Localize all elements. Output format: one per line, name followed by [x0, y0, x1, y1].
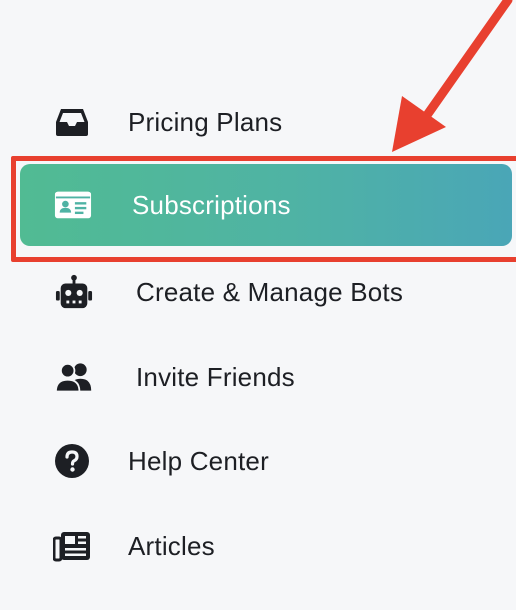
sidebar-item-help-center[interactable]: Help Center	[0, 431, 516, 491]
sidebar-item-invite-friends[interactable]: Invite Friends	[0, 347, 516, 407]
inbox-tray-icon	[53, 103, 91, 141]
newspaper-icon	[53, 527, 91, 565]
users-icon	[55, 358, 93, 396]
robot-icon	[55, 273, 93, 311]
sidebar-item-create-manage-bots[interactable]: Create & Manage Bots	[0, 262, 516, 322]
sidebar-item-pricing-plans[interactable]: Pricing Plans	[0, 92, 516, 152]
sidebar-item-label: Create & Manage Bots	[136, 276, 404, 307]
sidebar-item-label: Subscriptions	[132, 189, 291, 220]
sidebar-item-label: Invite Friends	[136, 361, 295, 392]
id-card-icon	[54, 186, 92, 224]
question-circle-icon	[53, 442, 91, 480]
sidebar-item-label: Help Center	[128, 445, 269, 476]
sidebar-item-label: Pricing Plans	[128, 106, 283, 137]
sidebar-item-subscriptions[interactable]: Subscriptions	[20, 164, 512, 246]
sidebar-nav: Pricing Plans Subscriptions Create & Man…	[0, 0, 516, 610]
sidebar-item-label: Articles	[128, 530, 215, 561]
sidebar-item-articles[interactable]: Articles	[0, 516, 516, 576]
